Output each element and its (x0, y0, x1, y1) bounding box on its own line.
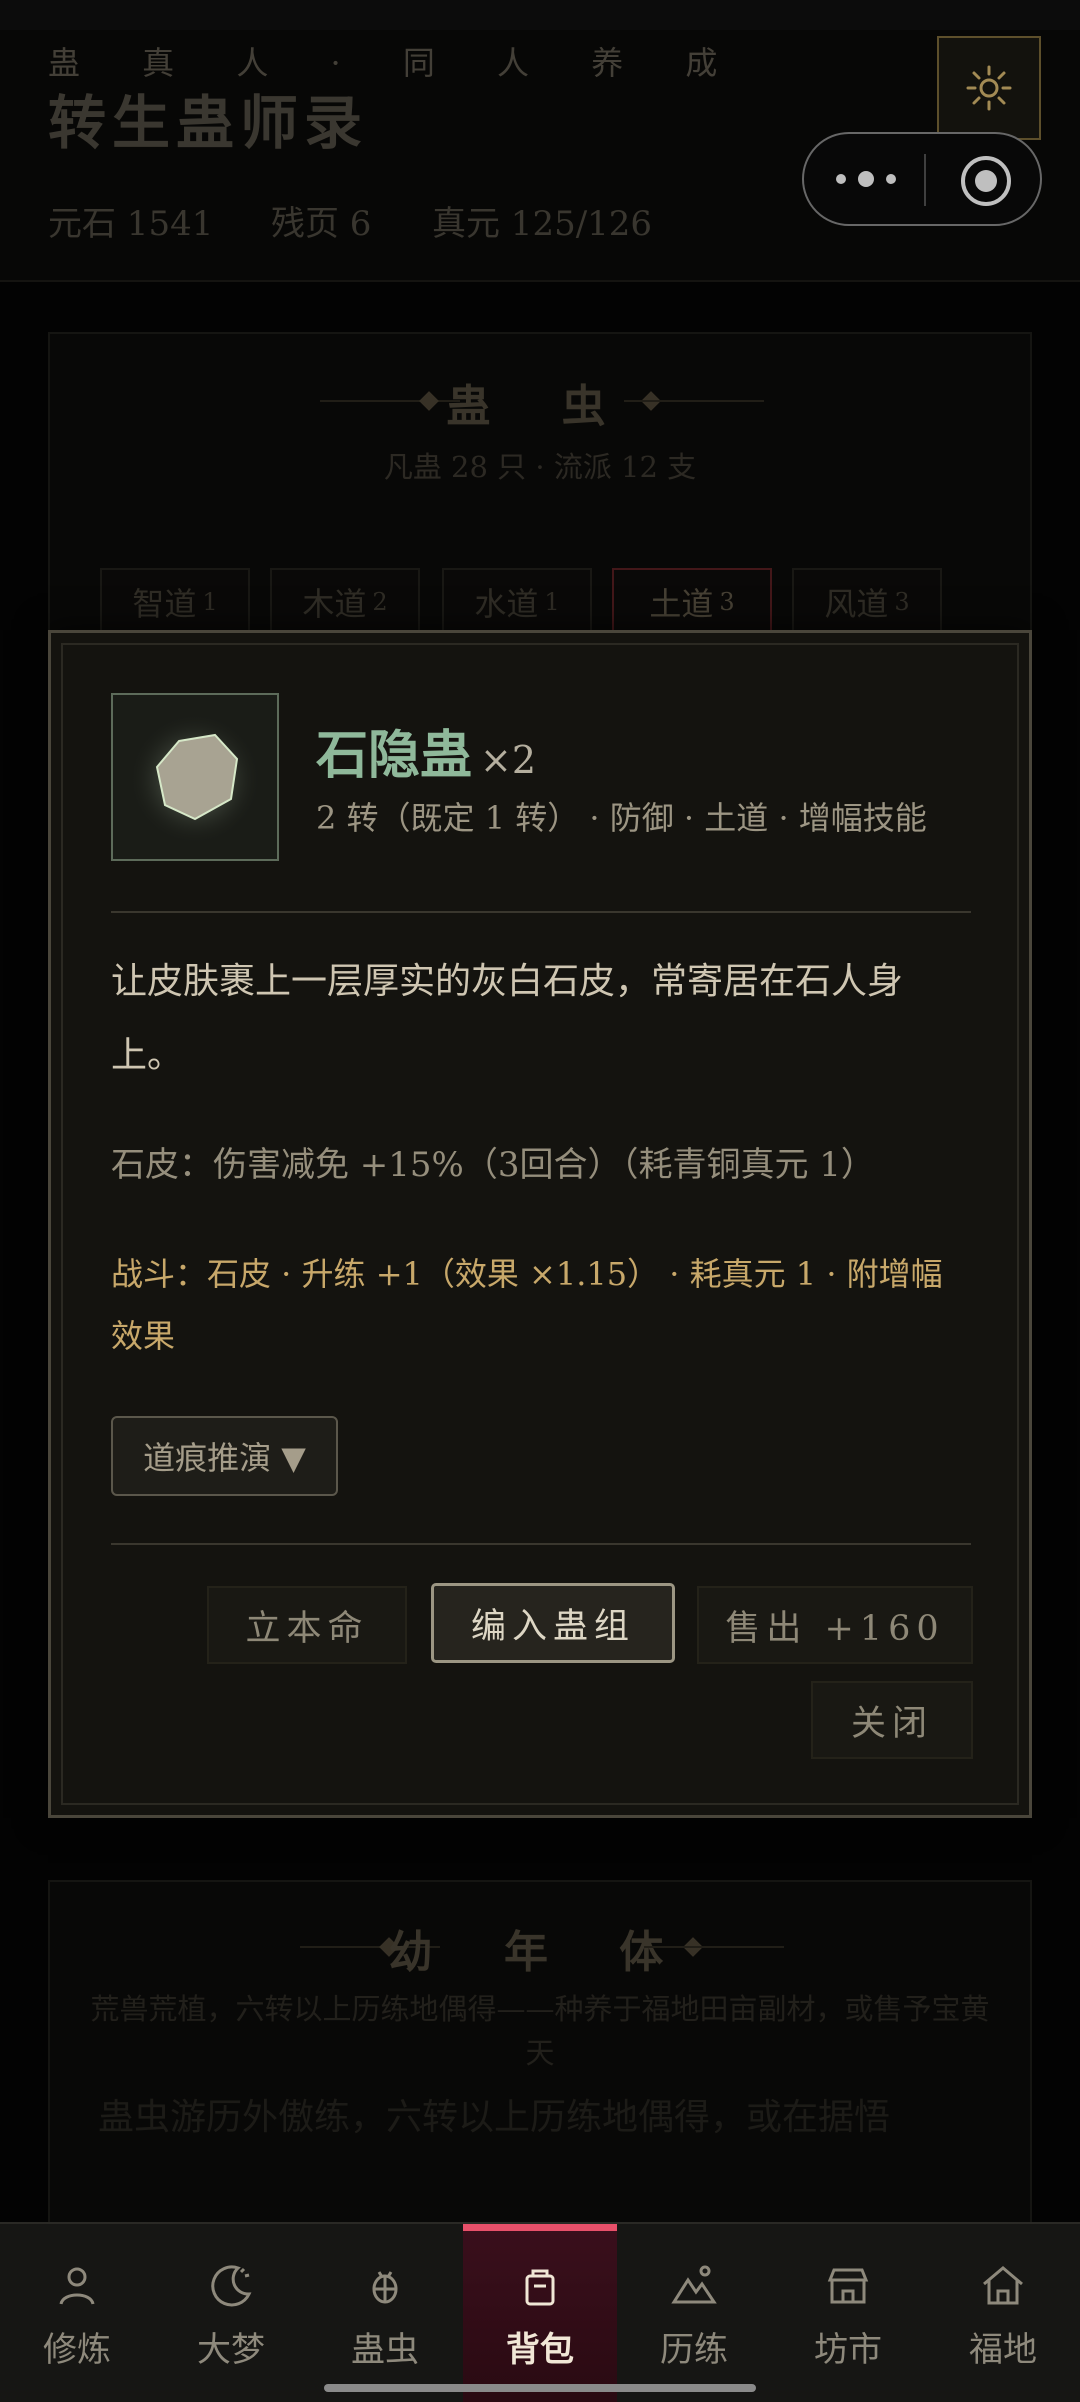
set-benming-button[interactable]: 立本命 (207, 1586, 407, 1664)
nav-guchong[interactable]: 蛊虫 (308, 2224, 462, 2402)
nav-beibao[interactable]: 背包 (463, 2224, 617, 2402)
item-description: 让皮肤裹上一层厚实的灰白石皮，常寄居在石人身上。 (111, 961, 904, 1076)
divider (111, 911, 971, 913)
nav-fudi[interactable]: 福地 (926, 2224, 1080, 2402)
item-name: 石隐蛊 ×2 (316, 725, 537, 786)
item-battle-effect: 战斗：石皮 · 升练 +1（效果 ×1.15） · 耗真元 1 · 附增幅效果 (111, 1255, 943, 1355)
bug-icon (372, 2271, 398, 2304)
close-button[interactable]: 关闭 (811, 1681, 973, 1759)
item-icon-frame (111, 693, 279, 861)
nav-lilian[interactable]: 历练 (617, 2224, 771, 2402)
shop-icon (827, 2268, 869, 2304)
nav-dameng[interactable]: 大梦 (154, 2224, 308, 2402)
sell-button[interactable]: 售出 +160 (697, 1586, 973, 1664)
item-count: ×2 (480, 738, 537, 782)
item-meta: 2 转（既定 1 转） · 防御 · 土道 · 增幅技能 (316, 799, 927, 837)
item-detail-modal: 石隐蛊 ×2 2 转（既定 1 转） · 防御 · 土道 · 增幅技能 让皮肤裹上… (48, 630, 1032, 1818)
divider (111, 1543, 971, 1545)
bottom-nav: 修炼 大梦 蛊虫 背包 历练 坊市 福地 (0, 2222, 1080, 2402)
person-icon (59, 2267, 95, 2305)
home-indicator[interactable] (324, 2384, 756, 2392)
item-skill: 石皮：伤害减免 +15%（3回合）（耗青铜真元 1） (111, 1145, 875, 1185)
home-icon (983, 2266, 1023, 2305)
bag-icon (525, 2269, 555, 2306)
stone-gu-icon (129, 713, 261, 845)
nav-xiulian[interactable]: 修炼 (0, 2224, 154, 2402)
add-to-group-button[interactable]: 编入蛊组 (431, 1583, 675, 1663)
nav-fangshi[interactable]: 坊市 (771, 2224, 925, 2402)
dao-derive-dropdown[interactable]: 道痕推演 ▼ (111, 1416, 338, 1496)
moon-icon (211, 2265, 252, 2307)
mountain-icon (671, 2265, 717, 2304)
